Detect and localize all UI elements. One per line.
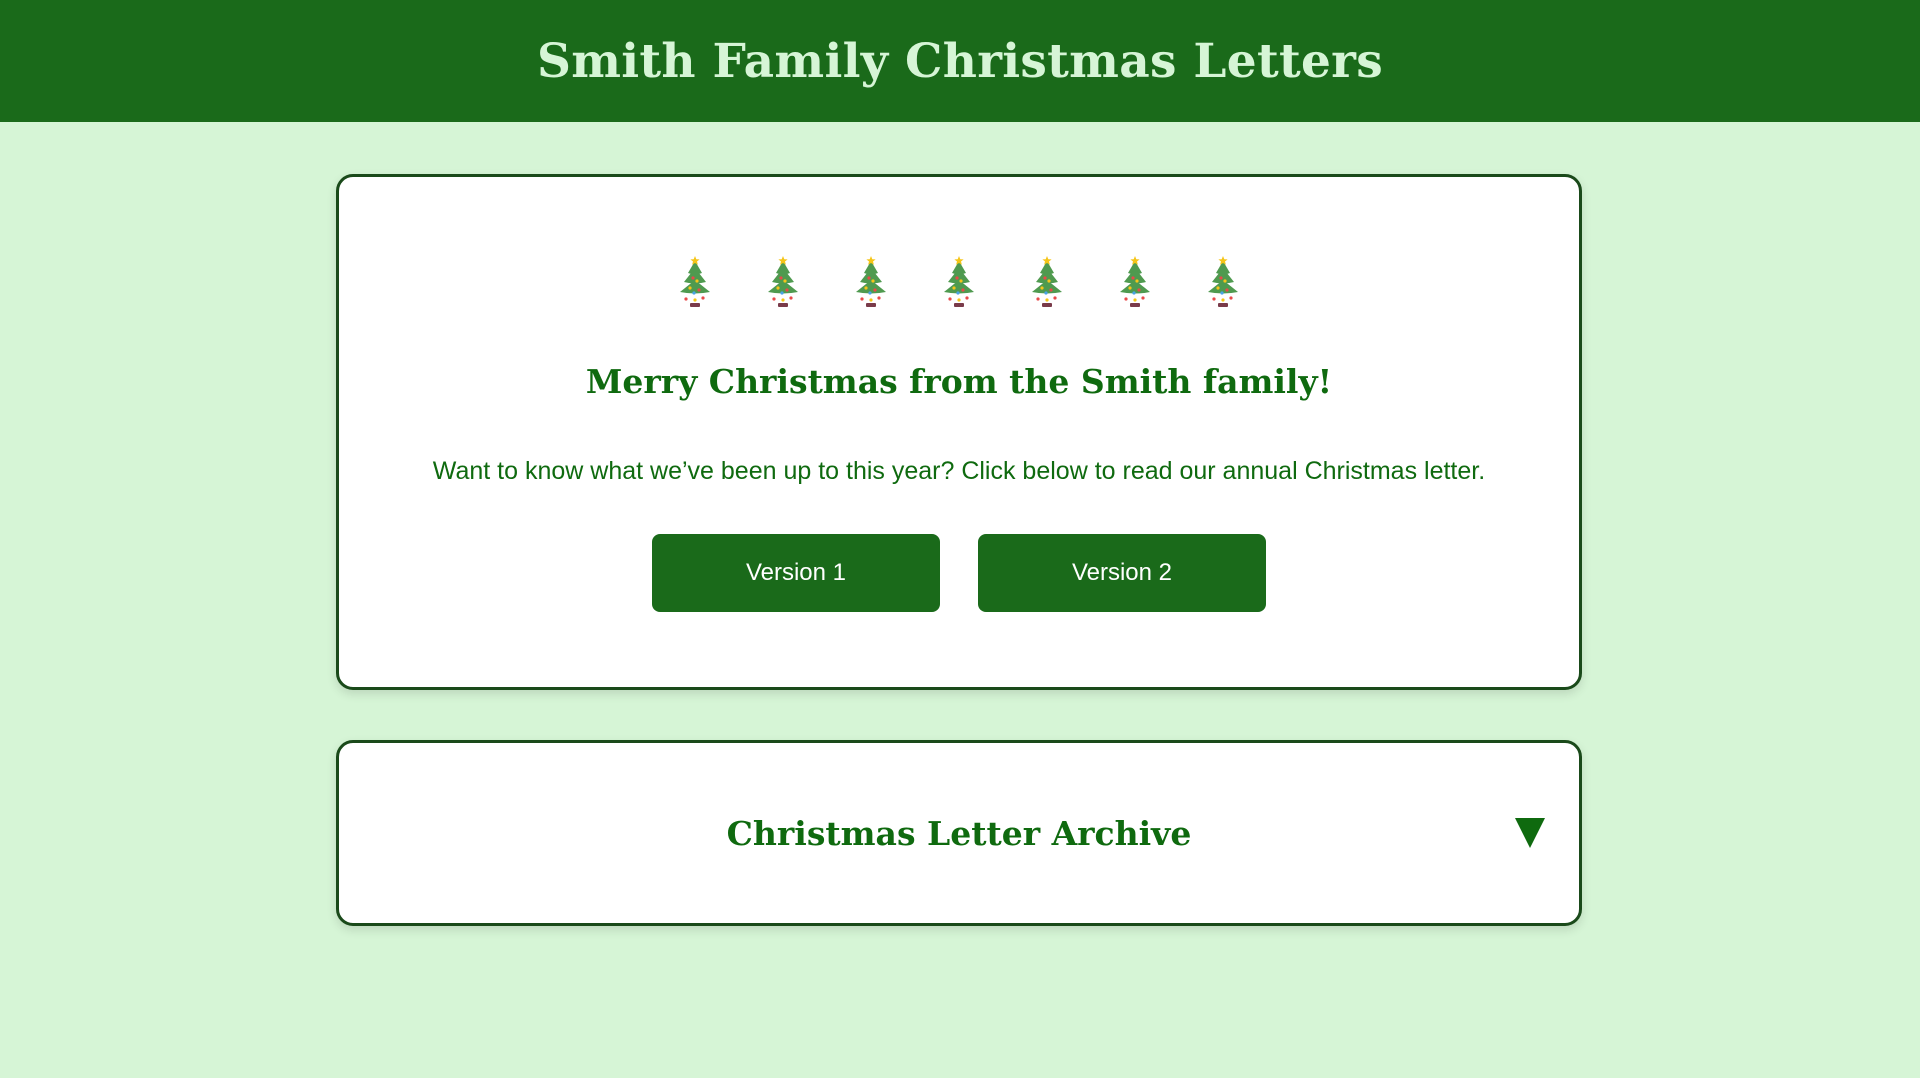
archive-title: Christmas Letter Archive — [726, 813, 1192, 853]
christmas-tree-icon — [768, 256, 798, 307]
welcome-card: Merry Christmas from the Smith family! W… — [336, 174, 1582, 690]
archive-toggle[interactable]: Christmas Letter Archive — [339, 743, 1579, 923]
version-buttons: Version 1 Version 2 — [339, 534, 1579, 612]
triangle-down-icon[interactable] — [1515, 818, 1545, 848]
version-1-button[interactable]: Version 1 — [652, 534, 940, 612]
greeting-heading: Merry Christmas from the Smith family! — [585, 362, 1333, 401]
christmas-tree-icon — [856, 256, 886, 307]
christmas-tree-icon — [1032, 256, 1062, 307]
site-title: Smith Family Christmas Letters — [536, 33, 1383, 89]
christmas-tree-icon — [680, 256, 710, 307]
christmas-tree-icon — [1120, 256, 1150, 307]
tree-row — [339, 255, 1579, 307]
christmas-tree-icon — [944, 256, 974, 307]
intro-text: Want to know what we’ve been up to this … — [432, 457, 1486, 485]
christmas-tree-icon — [1208, 256, 1238, 307]
version-2-button[interactable]: Version 2 — [978, 534, 1266, 612]
archive-card: Christmas Letter Archive — [336, 740, 1582, 926]
site-header: Smith Family Christmas Letters — [0, 0, 1920, 122]
